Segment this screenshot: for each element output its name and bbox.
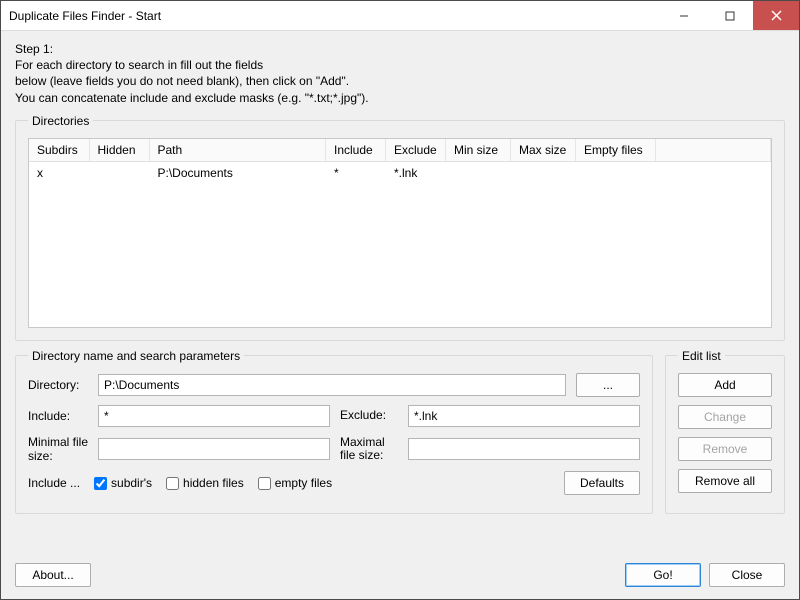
- directory-input[interactable]: [98, 374, 566, 396]
- include-options: Include ... subdir's hidden files empty …: [28, 476, 332, 490]
- directories-list[interactable]: Subdirs Hidden Path Include Exclude Min …: [28, 138, 772, 328]
- params-legend: Directory name and search parameters: [28, 349, 244, 363]
- col-exclude[interactable]: Exclude: [386, 139, 446, 162]
- step-line: below (leave fields you do not need blan…: [15, 73, 785, 89]
- directories-table: Subdirs Hidden Path Include Exclude Min …: [29, 139, 771, 184]
- col-spacer: [656, 139, 771, 162]
- editlist-legend: Edit list: [678, 349, 725, 363]
- titlebar: Duplicate Files Finder - Start: [1, 1, 799, 31]
- client-area: Step 1: For each directory to search in …: [1, 31, 799, 599]
- cell-empty: [576, 161, 656, 184]
- minimize-button[interactable]: [661, 1, 707, 30]
- remove-all-button[interactable]: Remove all: [678, 469, 772, 493]
- exclude-label: Exclude:: [340, 409, 398, 422]
- directory-label: Directory:: [28, 378, 88, 392]
- table-row[interactable]: x P:\Documents * *.lnk: [29, 161, 771, 184]
- step-line: For each directory to search in fill out…: [15, 57, 785, 73]
- remove-button[interactable]: Remove: [678, 437, 772, 461]
- minsize-input[interactable]: [98, 438, 330, 460]
- hidden-checkbox[interactable]: [166, 477, 179, 490]
- directories-legend: Directories: [28, 114, 93, 128]
- about-button[interactable]: About...: [15, 563, 91, 587]
- include-input[interactable]: [98, 405, 330, 427]
- maxsize-label: Maximal file size:: [340, 436, 398, 462]
- browse-button[interactable]: ...: [576, 373, 640, 397]
- table-header-row: Subdirs Hidden Path Include Exclude Min …: [29, 139, 771, 162]
- empty-checkbox-label[interactable]: empty files: [258, 476, 332, 490]
- params-group: Directory name and search parameters Dir…: [15, 349, 653, 514]
- empty-checkbox[interactable]: [258, 477, 271, 490]
- window-title: Duplicate Files Finder - Start: [1, 9, 161, 23]
- subdirs-checkbox-label[interactable]: subdir's: [94, 476, 152, 490]
- cell-path: P:\Documents: [149, 161, 326, 184]
- app-window: Duplicate Files Finder - Start Step 1: F…: [0, 0, 800, 600]
- close-button[interactable]: [753, 1, 799, 30]
- col-path[interactable]: Path: [149, 139, 326, 162]
- mid-row: Directory name and search parameters Dir…: [15, 349, 785, 514]
- cell-maxsize: [511, 161, 576, 184]
- editlist-group: Edit list Add Change Remove Remove all: [665, 349, 785, 514]
- bottom-row: About... Go! Close: [15, 557, 785, 587]
- go-button[interactable]: Go!: [625, 563, 701, 587]
- exclude-input[interactable]: [408, 405, 640, 427]
- step-line: You can concatenate include and exclude …: [15, 90, 785, 106]
- defaults-button[interactable]: Defaults: [564, 471, 640, 495]
- include-opts-label: Include ...: [28, 476, 80, 490]
- col-subdirs[interactable]: Subdirs: [29, 139, 89, 162]
- include-label: Include:: [28, 409, 88, 423]
- change-button[interactable]: Change: [678, 405, 772, 429]
- close-dialog-button[interactable]: Close: [709, 563, 785, 587]
- col-empty[interactable]: Empty files: [576, 139, 656, 162]
- cell-subdirs: x: [29, 161, 89, 184]
- col-include[interactable]: Include: [326, 139, 386, 162]
- directories-group: Directories Subdirs Hidden Path Include …: [15, 114, 785, 341]
- add-button[interactable]: Add: [678, 373, 772, 397]
- cell-minsize: [446, 161, 511, 184]
- maximize-button[interactable]: [707, 1, 753, 30]
- subdirs-checkbox[interactable]: [94, 477, 107, 490]
- cell-include: *: [326, 161, 386, 184]
- step-heading: Step 1:: [15, 41, 785, 57]
- maxsize-input[interactable]: [408, 438, 640, 460]
- minsize-label: Minimal file size:: [28, 435, 88, 463]
- step-instructions: Step 1: For each directory to search in …: [15, 41, 785, 106]
- hidden-checkbox-label[interactable]: hidden files: [166, 476, 244, 490]
- col-hidden[interactable]: Hidden: [89, 139, 149, 162]
- col-minsize[interactable]: Min size: [446, 139, 511, 162]
- cell-exclude: *.lnk: [386, 161, 446, 184]
- cell-hidden: [89, 161, 149, 184]
- col-maxsize[interactable]: Max size: [511, 139, 576, 162]
- window-controls: [661, 1, 799, 30]
